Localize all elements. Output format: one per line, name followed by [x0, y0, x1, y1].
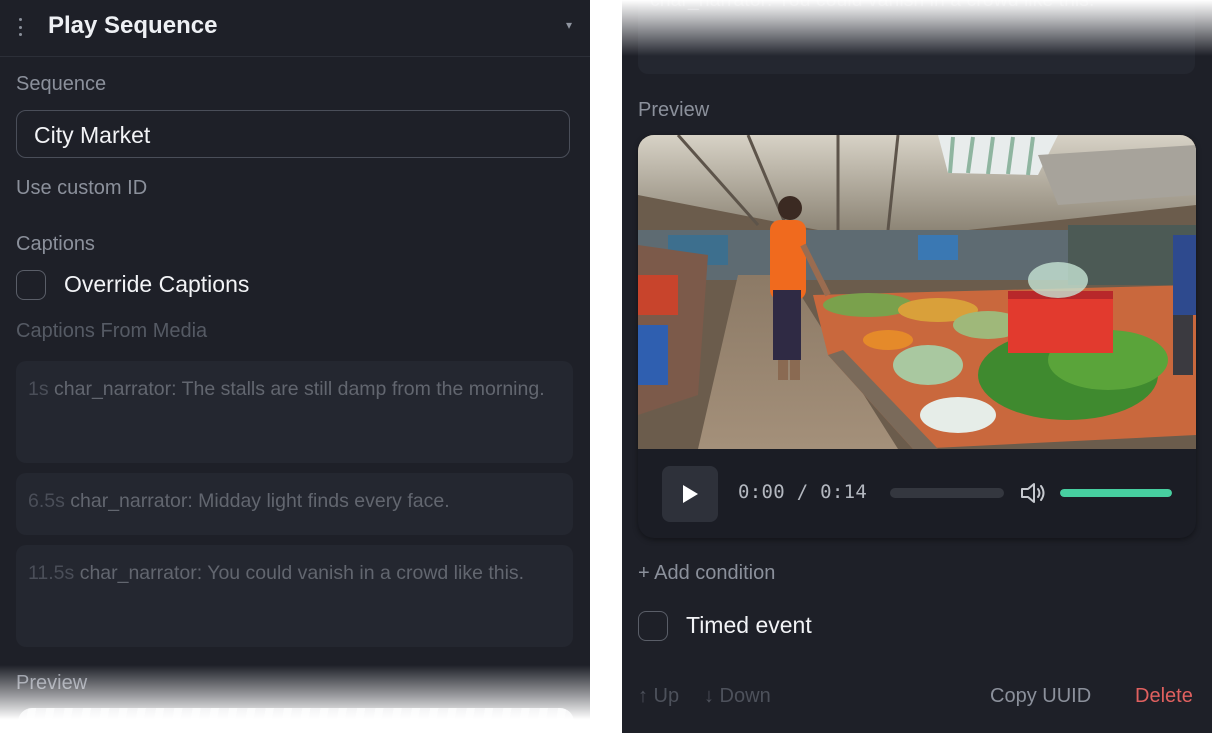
volume-icon[interactable] — [1020, 481, 1048, 505]
override-captions-label[interactable]: Override Captions — [64, 271, 249, 298]
copy-uuid-button[interactable]: Copy UUID — [990, 685, 1091, 708]
left-panel: Play Sequence ▾ Sequence City Market Use… — [0, 0, 590, 733]
move-down-button[interactable]: ↓ Down — [704, 685, 771, 708]
preview-thumbnail — [18, 708, 574, 733]
timed-event-label[interactable]: Timed event — [686, 612, 812, 639]
sequence-select[interactable]: City Market — [16, 110, 570, 158]
time-display: 0:00 / 0:14 — [738, 481, 868, 503]
volume-slider[interactable] — [1060, 489, 1172, 497]
right-panel: char_narrator: You could vanish in a cro… — [622, 0, 1212, 733]
captions-from-media-label: Captions From Media — [16, 320, 208, 342]
caption-item: 1s char_narrator: The stalls are still d… — [16, 361, 573, 463]
caption-text: char_narrator: Midday light finds every … — [70, 490, 450, 512]
use-custom-id-link[interactable]: Use custom ID — [16, 177, 147, 200]
panel-title: Play Sequence — [48, 12, 218, 39]
volume-fill — [1060, 489, 1172, 497]
caption-text: char_narrator: You could vanish in a cro… — [650, 0, 1095, 11]
collapse-caret-icon[interactable]: ▾ — [566, 18, 572, 32]
caption-item: char_narrator: You could vanish in a cro… — [638, 0, 1195, 74]
caption-time: 1s — [28, 378, 49, 400]
caption-text: char_narrator: You could vanish in a cro… — [79, 562, 525, 584]
preview-label: Preview — [638, 99, 710, 121]
sequence-value: City Market — [34, 122, 151, 148]
preview-label: Preview — [16, 672, 88, 694]
caption-time: 6.5s — [28, 490, 65, 512]
move-up-button[interactable]: ↑ Up — [638, 685, 679, 708]
video-frame[interactable] — [638, 135, 1196, 449]
video-player: 0:00 / 0:14 — [638, 135, 1196, 538]
caption-item: 6.5s char_narrator: Midday light finds e… — [16, 473, 573, 535]
delete-button[interactable]: Delete — [1135, 685, 1193, 708]
captions-label: Captions — [16, 233, 95, 255]
override-captions-checkbox[interactable] — [16, 270, 46, 300]
drag-handle-icon[interactable] — [18, 18, 22, 36]
caption-text: char_narrator: The stalls are still damp… — [54, 378, 545, 400]
sequence-label: Sequence — [16, 73, 107, 95]
play-icon — [683, 485, 698, 503]
caption-time: 11.5s — [28, 562, 75, 584]
player-controls: 0:00 / 0:14 — [638, 449, 1196, 538]
add-condition-button[interactable]: + Add condition — [638, 562, 775, 585]
panel-header: Play Sequence ▾ — [0, 0, 590, 57]
caption-item: 11.5s char_narrator: You could vanish in… — [16, 545, 573, 647]
market-scene-image — [638, 135, 1196, 449]
timed-event-checkbox[interactable] — [638, 611, 668, 641]
play-button[interactable] — [662, 466, 718, 522]
progress-bar[interactable] — [890, 488, 1004, 498]
